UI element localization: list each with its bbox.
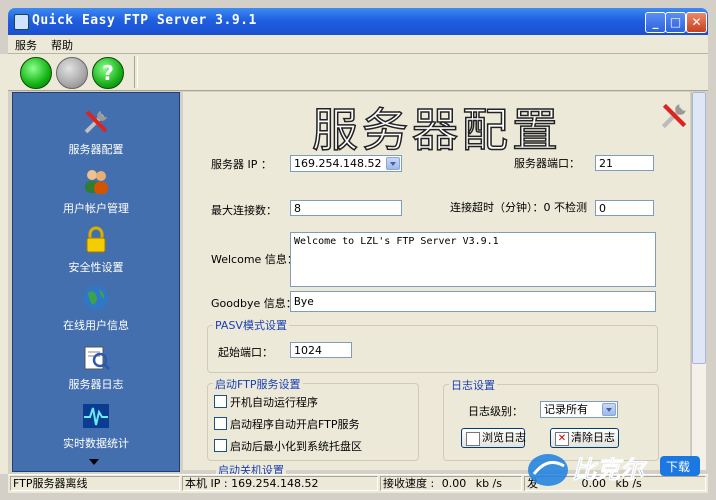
title-bar[interactable]: Quick Easy FTP Server 3.9.1 _ □ ✕ bbox=[8, 8, 708, 35]
menu-help[interactable]: 帮助 bbox=[44, 35, 80, 53]
help-button[interactable]: ? bbox=[92, 57, 124, 89]
document-icon bbox=[466, 432, 480, 446]
background-window-edge bbox=[0, 54, 8, 474]
sidebar-item-server-config[interactable]: 服务器配置 bbox=[13, 107, 179, 157]
pasv-start-port-input[interactable]: 1024 bbox=[290, 342, 352, 358]
server-ip-label: 服务器 IP ： bbox=[211, 158, 272, 171]
window-title: Quick Easy FTP Server 3.9.1 bbox=[32, 13, 257, 28]
toolbar-separator bbox=[134, 56, 138, 88]
sidebar-item-label: 服务器配置 bbox=[68, 143, 124, 156]
server-status: FTP服务器离线 bbox=[10, 476, 180, 491]
pulse-icon bbox=[83, 404, 109, 428]
server-port-label: 服务器端口： bbox=[514, 157, 580, 170]
pasv-group-title: PASV模式设置 bbox=[213, 317, 289, 333]
page-title: 服务器配置 bbox=[311, 102, 562, 158]
chevron-down-icon[interactable] bbox=[386, 157, 400, 170]
watermark-logo: 比克尔 下载 bbox=[528, 454, 700, 486]
log-group-title: 日志设置 bbox=[449, 377, 497, 393]
sidebar: 服务器配置 用户帐户管理 安全性设置 在线用户信息 服务器日志 实时数据统计 bbox=[12, 92, 180, 472]
auto-run-label: 开机自动运行程序 bbox=[230, 396, 318, 409]
lock-icon bbox=[86, 226, 106, 253]
sidebar-scroll-down-icon[interactable] bbox=[89, 459, 99, 465]
minimize-to-tray-checkbox[interactable] bbox=[214, 439, 227, 452]
tools-icon bbox=[661, 103, 687, 129]
globe-icon bbox=[84, 286, 108, 310]
menu-service[interactable]: 服务 bbox=[8, 35, 44, 53]
log-level-value: 记录所有 bbox=[544, 403, 588, 416]
receive-speed-unit: kb /s bbox=[475, 477, 502, 490]
sidebar-item-security[interactable]: 安全性设置 bbox=[13, 225, 179, 275]
max-connections-input[interactable]: 8 bbox=[290, 200, 402, 216]
start-server-button[interactable] bbox=[20, 57, 52, 89]
sidebar-item-server-log[interactable]: 服务器日志 bbox=[13, 342, 179, 392]
goodbye-input[interactable]: Bye bbox=[290, 291, 656, 312]
max-connections-label: 最大连接数： bbox=[211, 204, 277, 217]
server-port-input[interactable]: 21 bbox=[595, 155, 654, 171]
log-icon bbox=[84, 346, 111, 371]
receive-speed-label: 接收速度 : bbox=[383, 477, 435, 490]
pasv-start-port-label: 起始端口： bbox=[218, 346, 273, 359]
scrollbar-thumb[interactable] bbox=[692, 92, 706, 364]
welcome-textarea[interactable]: Welcome to LZL's FTP Server V3.9.1 bbox=[290, 232, 656, 287]
app-icon bbox=[14, 14, 29, 30]
server-ip-select[interactable]: 169.254.148.52 bbox=[290, 155, 402, 172]
sidebar-item-label: 实时数据统计 bbox=[63, 437, 129, 450]
sidebar-item-label: 用户帐户管理 bbox=[63, 202, 129, 215]
auto-run-checkbox[interactable] bbox=[214, 395, 227, 408]
browse-log-label: 浏览日志 bbox=[482, 431, 526, 444]
timeout-input[interactable]: 0 bbox=[595, 200, 654, 216]
stop-server-button[interactable] bbox=[56, 57, 88, 89]
users-icon bbox=[85, 170, 108, 194]
clear-log-button[interactable]: ✕ 清除日志 bbox=[550, 428, 619, 448]
toolbar: ? bbox=[8, 54, 708, 91]
sidebar-item-label: 服务器日志 bbox=[68, 378, 124, 391]
server-ip-value: 169.254.148.52 bbox=[294, 157, 382, 170]
minimize-to-tray-label: 启动后最小化到系统托盘区 bbox=[230, 440, 362, 453]
timeout-label: 连接超时（分钟）：0 不检测 bbox=[450, 201, 587, 214]
receive-speed-value: 0.00 bbox=[441, 477, 467, 490]
sidebar-item-label: 安全性设置 bbox=[68, 261, 124, 274]
maximize-button[interactable]: □ bbox=[665, 12, 686, 33]
auto-start-ftp-checkbox[interactable] bbox=[214, 417, 227, 430]
goodbye-label: Goodbye 信息： bbox=[211, 297, 297, 310]
local-ip-status: 本机 IP : 169.254.148.52 bbox=[182, 476, 378, 491]
sidebar-item-online-users[interactable]: 在线用户信息 bbox=[13, 283, 179, 333]
log-level-label: 日志级别： bbox=[468, 405, 523, 418]
clear-log-label: 清除日志 bbox=[571, 431, 615, 444]
delete-icon: ✕ bbox=[555, 432, 569, 446]
close-button[interactable]: ✕ bbox=[686, 12, 707, 33]
sidebar-item-user-accounts[interactable]: 用户帐户管理 bbox=[13, 166, 179, 216]
menu-bar: 服务 帮助 bbox=[8, 35, 708, 54]
startup-group-title: 启动FTP服务设置 bbox=[213, 376, 303, 392]
auto-start-ftp-label: 启动程序自动开启FTP服务 bbox=[230, 418, 360, 431]
watermark-badge: 下载 bbox=[666, 460, 690, 474]
log-level-select[interactable]: 记录所有 bbox=[540, 401, 618, 418]
watermark-text: 比克尔 bbox=[572, 456, 648, 484]
browse-log-button[interactable]: 浏览日志 bbox=[461, 428, 526, 448]
receive-speed-status: 接收速度 : 0.00 kb /s bbox=[380, 476, 522, 491]
chevron-down-icon[interactable] bbox=[602, 403, 616, 416]
tools-icon bbox=[84, 110, 108, 134]
sidebar-item-label: 在线用户信息 bbox=[63, 319, 129, 332]
welcome-label: Welcome 信息： bbox=[211, 253, 298, 266]
minimize-button[interactable]: _ bbox=[645, 12, 666, 33]
sidebar-item-realtime-stats[interactable]: 实时数据统计 bbox=[13, 401, 179, 451]
